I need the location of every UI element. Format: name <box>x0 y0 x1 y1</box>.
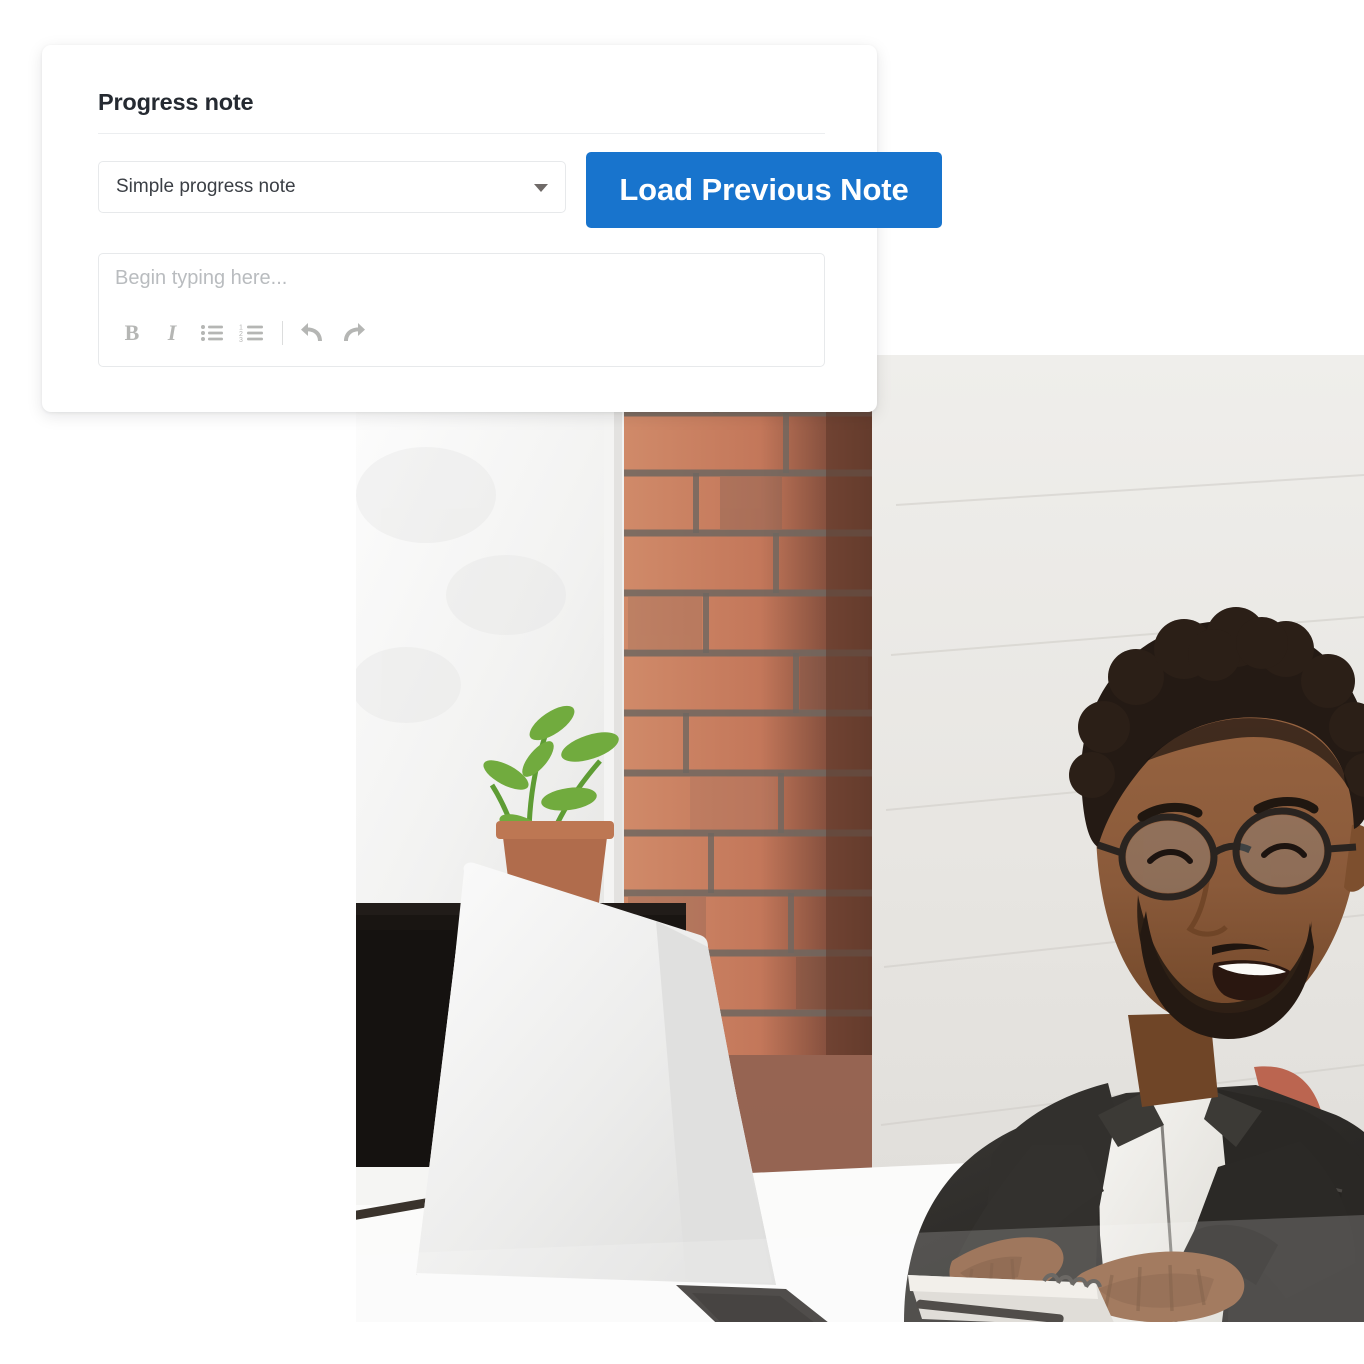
numbered-list-icon[interactable]: 1 2 3 <box>235 317 269 349</box>
redo-icon[interactable] <box>336 317 370 349</box>
progress-note-card: Progress note Simple progress note Load … <box>42 45 942 412</box>
note-editor-placeholder[interactable]: Begin typing here... <box>115 267 287 290</box>
chevron-down-icon <box>534 184 548 192</box>
editor-toolbar: B I 1 2 3 <box>115 316 376 350</box>
title-divider <box>98 133 825 134</box>
hero-photo <box>356 355 1364 1322</box>
bullet-list-icon[interactable] <box>195 317 229 349</box>
toolbar-divider <box>282 321 283 345</box>
italic-icon[interactable]: I <box>155 317 189 349</box>
bold-icon[interactable]: B <box>115 317 149 349</box>
note-type-selected-value: Simple progress note <box>116 176 296 197</box>
note-type-select[interactable]: Simple progress note <box>98 161 566 213</box>
load-previous-note-button[interactable]: Load Previous Note <box>586 152 942 228</box>
note-editor[interactable]: Begin typing here... B I 1 2 3 <box>98 253 825 367</box>
svg-text:3: 3 <box>239 337 243 343</box>
note-controls-row: Simple progress note Load Previous Note <box>98 152 942 230</box>
photo-illustration <box>356 355 1364 1322</box>
undo-icon[interactable] <box>296 317 330 349</box>
page-title: Progress note <box>98 89 254 115</box>
